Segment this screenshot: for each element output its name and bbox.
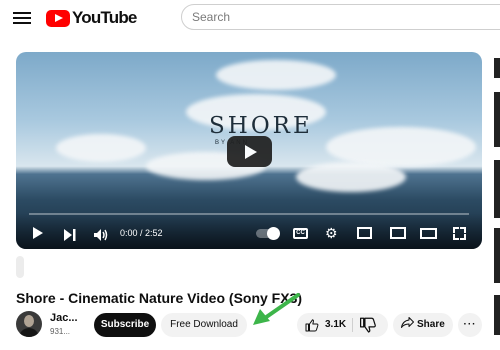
- more-actions-button[interactable]: ···: [458, 313, 482, 337]
- sidebar-thumbnail-edge[interactable]: [494, 58, 500, 78]
- share-icon: [401, 317, 415, 328]
- sidebar-thumbnail-edge[interactable]: [494, 160, 500, 218]
- subscriber-count: 931...: [50, 327, 71, 336]
- autoplay-toggle[interactable]: [256, 227, 280, 240]
- volume-icon[interactable]: [94, 229, 108, 241]
- next-icon[interactable]: [64, 229, 76, 241]
- youtube-logo[interactable]: YouTube: [46, 8, 137, 27]
- share-label: Share: [416, 319, 445, 330]
- progress-bar[interactable]: [29, 213, 469, 215]
- video-player[interactable]: SHORE BY ANN 0:00 / 2:52 CC ⚙: [16, 52, 482, 249]
- sidebar-thumbnail-edge[interactable]: [494, 92, 500, 147]
- subscribe-button[interactable]: Subscribe: [94, 313, 156, 337]
- share-button[interactable]: Share: [393, 313, 453, 337]
- player-controls: [16, 213, 482, 249]
- youtube-play-logo-icon: [46, 9, 70, 27]
- theater-mode-icon[interactable]: [420, 228, 437, 239]
- play-icon[interactable]: [33, 227, 43, 239]
- large-play-button[interactable]: [227, 136, 272, 167]
- like-count: 3.1K: [325, 319, 347, 330]
- miniplayer-icon[interactable]: [357, 227, 372, 239]
- gear-icon[interactable]: ⚙: [325, 226, 338, 240]
- thumbs-up-icon: [305, 318, 319, 331]
- like-dislike-group: 3.1K: [297, 313, 388, 337]
- free-download-button[interactable]: Free Download: [161, 313, 247, 337]
- green-arrow-annotation: [253, 293, 300, 325]
- channel-avatar[interactable]: [16, 311, 42, 337]
- fullscreen-icon[interactable]: [453, 227, 466, 240]
- sidebar-thumbnail-edge[interactable]: [494, 295, 500, 335]
- search-input[interactable]: [181, 4, 500, 30]
- picture-in-picture-icon[interactable]: [390, 227, 406, 239]
- divider: [352, 318, 353, 332]
- menu-icon[interactable]: [13, 9, 31, 25]
- time-display: 0:00 / 2:52: [120, 228, 163, 238]
- thumbs-down-icon[interactable]: [359, 317, 377, 333]
- captions-button[interactable]: CC: [293, 228, 308, 239]
- sidebar-thumbnail-edge[interactable]: [494, 228, 500, 283]
- placeholder-chip: [16, 256, 24, 278]
- logo-text: YouTube: [72, 8, 137, 27]
- channel-name[interactable]: Jac...: [50, 312, 78, 324]
- like-button[interactable]: 3.1K: [305, 313, 346, 337]
